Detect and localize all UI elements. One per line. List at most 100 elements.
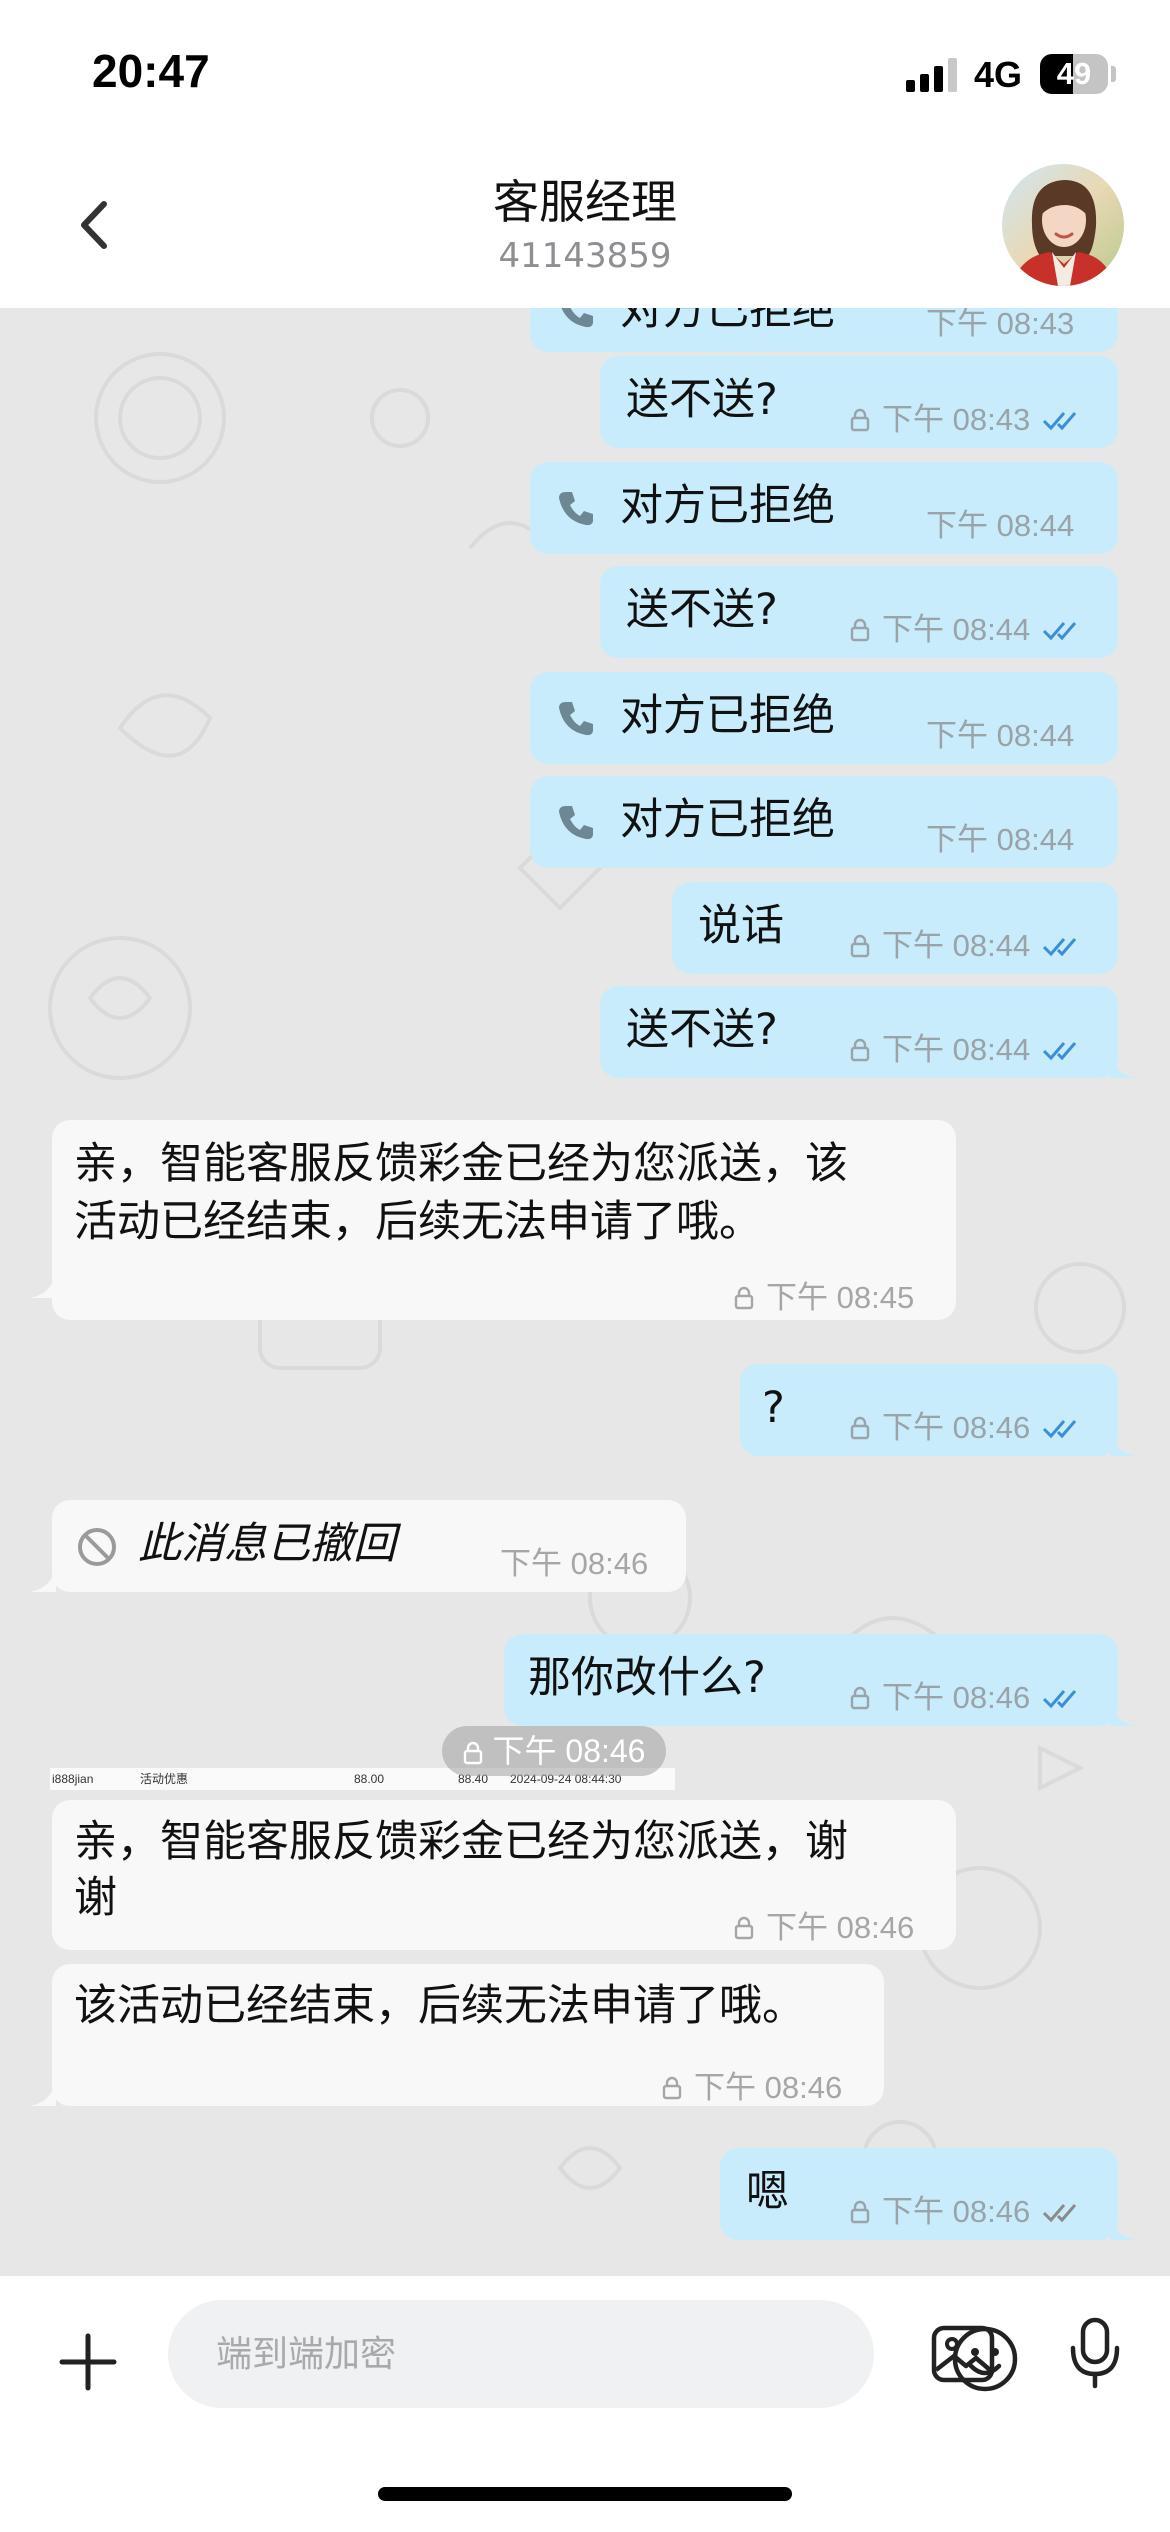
bubble-tail (30, 1566, 56, 1592)
battery-tip (1111, 66, 1116, 82)
lock-icon (850, 408, 870, 432)
message-time: 下午 08:44 (882, 1032, 1031, 1067)
battery-percent: 49 (1056, 56, 1092, 91)
message-meta: 下午 08:44 (850, 1020, 1082, 1080)
message-text-line: 活动已经结束，后续无法申请了哦。 (74, 1197, 762, 1247)
message-bubble-outgoing[interactable]: ? 下午 08:46 (740, 1364, 1136, 1456)
message-text: ? (762, 1383, 785, 1433)
message-text-line: 亲，智能客服反馈彩金已经为您派送，谢 (74, 1817, 848, 1867)
message-composer (0, 2276, 1170, 2532)
avatar[interactable] (1002, 164, 1124, 286)
message-bubble-incoming[interactable]: 亲，智能客服反馈彩金已经为您派送，谢 谢 下午 08:46 (52, 1800, 956, 1950)
message-time: 下午 08:43 (882, 402, 1031, 437)
message-bubble-outgoing[interactable]: 嗯 下午 08:46 (720, 2148, 1136, 2242)
message-meta: 下午 08:45 (734, 1268, 914, 1328)
voice-button[interactable] (1068, 2316, 1122, 2390)
message-bubble-outgoing[interactable]: 对方已拒绝 下午 08:44 (530, 776, 1118, 868)
message-time: 下午 08:45 (766, 1280, 915, 1315)
message-time: 下午 08:46 (882, 1680, 1031, 1715)
message-time: 下午 08:46 (492, 1733, 646, 1769)
message-meta: 下午 08:46 (850, 2182, 1082, 2242)
gallery-button[interactable] (930, 2324, 996, 2384)
message-list[interactable]: 对方已拒绝 下午 08:43 送不送? 下午 08:43 对方已拒绝 下午 08… (0, 308, 1170, 2276)
bubble-tail (1110, 1052, 1136, 1078)
message-meta: 下午 08:46 (662, 2058, 842, 2118)
prohibited-icon (78, 1528, 116, 1566)
chat-title-block[interactable]: 客服经理 41143859 (285, 172, 885, 280)
phone-icon (559, 806, 593, 840)
message-bubble-incoming[interactable]: 该活动已经结束，后续无法申请了哦。 下午 08:46 (30, 1964, 884, 2106)
bubble-tail (1110, 1700, 1136, 1726)
lock-icon (850, 618, 870, 642)
message-meta: 下午 08:46 (734, 1898, 914, 1958)
message-bubble-outgoing[interactable]: 对方已拒绝 下午 08:44 (530, 462, 1118, 554)
image-cell: 活动优惠 (140, 1772, 189, 1786)
message-text: 对方已拒绝 (620, 691, 835, 741)
message-text: 嗯 (746, 2167, 789, 2217)
message-meta: 下午 08:46 (850, 1668, 1082, 1728)
chevron-left-icon (81, 201, 107, 249)
message-text: 对方已拒绝 (620, 308, 835, 335)
chat-subtitle: 41143859 (498, 236, 672, 276)
lock-icon (463, 1741, 482, 1765)
message-time: 下午 08:46 (766, 1910, 915, 1945)
home-indicator (378, 2487, 792, 2501)
lock-icon (850, 1686, 870, 1710)
image-time-badge: 下午 08:46 (442, 1726, 666, 1776)
message-text: 送不送? (626, 1005, 778, 1055)
double-check-icon (1043, 2204, 1077, 2223)
message-bubble-revoked[interactable]: 此消息已撤回 下午 08:46 (30, 1500, 686, 1592)
status-bar: 20:47 4G 49 (0, 0, 1170, 150)
back-button[interactable] (66, 190, 126, 260)
message-bubble-outgoing[interactable]: 说话 下午 08:44 (672, 882, 1118, 974)
network-type: 4G (974, 54, 1023, 95)
battery-icon: 49 (1040, 54, 1108, 94)
message-time: 下午 08:46 (500, 1546, 649, 1581)
double-check-icon (1043, 1042, 1077, 1061)
message-time: 下午 08:44 (926, 508, 1075, 543)
attach-button[interactable] (56, 2330, 120, 2394)
message-text: 那你改什么? (528, 1653, 766, 1703)
message-time: 下午 08:44 (882, 612, 1031, 647)
status-time: 20:47 (92, 45, 210, 97)
lock-icon (734, 1916, 754, 1940)
avatar-image (1002, 164, 1124, 286)
bubble-tail (30, 1272, 56, 1298)
message-bubble-outgoing[interactable]: 送不送? 下午 08:43 (600, 356, 1118, 448)
message-time: 下午 08:44 (926, 718, 1075, 753)
message-bubble-outgoing[interactable]: 送不送? 下午 08:44 (600, 566, 1118, 658)
lock-icon (850, 1416, 870, 1440)
double-check-icon (1043, 622, 1077, 641)
lock-icon (662, 2076, 682, 2100)
message-text: 对方已拒绝 (620, 795, 835, 845)
chat-header: 客服经理 41143859 (0, 150, 1170, 308)
message-input-container[interactable] (168, 2300, 1018, 2408)
double-check-icon (1043, 412, 1077, 431)
message-text: 对方已拒绝 (620, 481, 835, 531)
image-cell: 88.00 (354, 1772, 385, 1786)
message-text-line: 亲，智能客服反馈彩金已经为您派送，该 (74, 1139, 848, 1189)
lock-icon (850, 934, 870, 958)
double-check-icon (1043, 1690, 1077, 1709)
message-time: 下午 08:43 (926, 308, 1075, 341)
lock-icon (850, 2200, 870, 2224)
message-meta: 下午 08:44 (850, 916, 1082, 976)
message-time: 下午 08:46 (882, 2194, 1031, 2229)
double-check-icon (1043, 1420, 1077, 1439)
message-bubble-incoming[interactable]: 亲，智能客服反馈彩金已经为您派送，该 活动已经结束，后续无法申请了哦。 下午 0… (30, 1120, 956, 1320)
message-bubble-outgoing[interactable]: 对方已拒绝 下午 08:44 (530, 672, 1118, 764)
message-bubble-outgoing[interactable]: 对方已拒绝 下午 08:43 (530, 308, 1118, 352)
message-time: 下午 08:46 (882, 1410, 1031, 1445)
message-text-line: 谢 (74, 1873, 117, 1923)
plus-icon (59, 2333, 117, 2391)
bubble-tail (1110, 1430, 1136, 1456)
chat-title: 客服经理 (493, 175, 677, 229)
message-input[interactable] (216, 2300, 776, 2408)
lock-icon (734, 1286, 754, 1310)
message-bubble-outgoing[interactable]: 送不送? 下午 08:44 (600, 986, 1136, 1080)
message-text: 此消息已撤回 (138, 1519, 396, 1569)
bubble-tail (1110, 2214, 1136, 2240)
message-meta: 下午 08:44 (850, 600, 1082, 660)
message-bubble-outgoing[interactable]: 那你改什么? 下午 08:46 (504, 1634, 1136, 1728)
message-text: 送不送? (626, 375, 778, 425)
